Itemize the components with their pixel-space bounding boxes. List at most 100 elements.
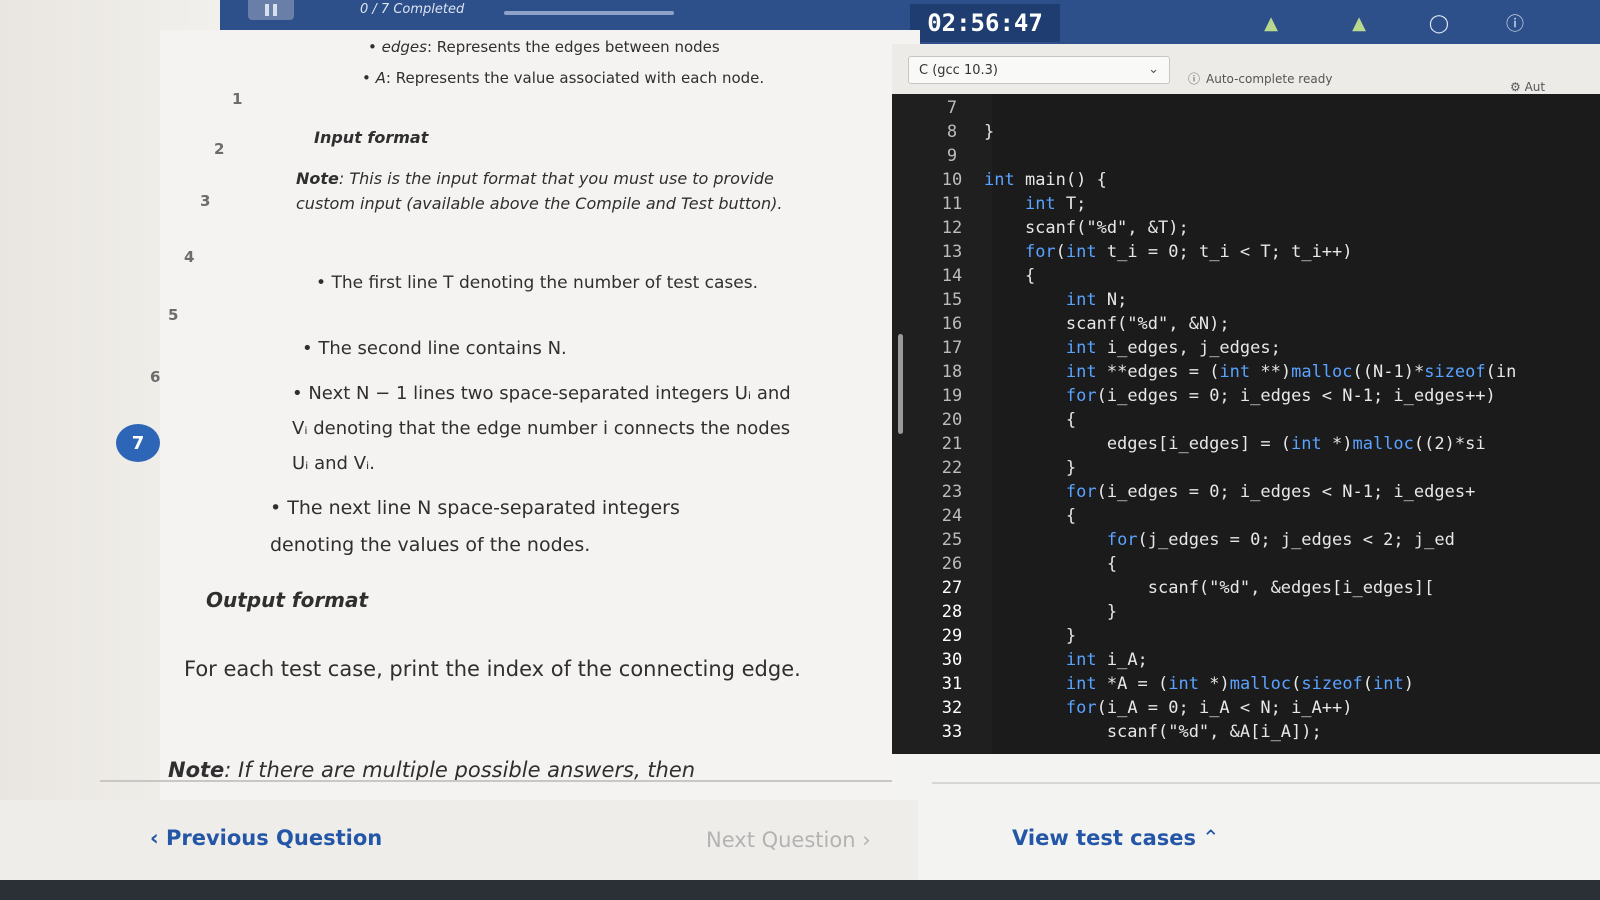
code-text: int *A = (int *)malloc(sizeof(int) xyxy=(1065,674,1415,694)
line-number: 26 xyxy=(941,554,963,574)
settings-button[interactable]: ⚙ Aut xyxy=(1510,80,1545,94)
line-number: 10 xyxy=(941,170,963,190)
language-select[interactable]: C (gcc 10.3) ⌄ xyxy=(908,56,1170,84)
question-number-active[interactable]: 7 xyxy=(116,424,160,462)
question-number[interactable]: 6 xyxy=(150,368,160,386)
gear-icon: ⚙ xyxy=(1510,80,1521,94)
line-number: 25 xyxy=(941,530,963,550)
tree-icon[interactable]: ▲ xyxy=(1258,10,1284,36)
line-number: 23 xyxy=(941,482,963,502)
code-line[interactable]: 7 xyxy=(892,98,1600,124)
language-value: C (gcc 10.3) xyxy=(919,63,998,78)
term-edges: edges xyxy=(381,38,427,56)
code-line[interactable]: 9 xyxy=(892,146,1600,172)
settings-label: Aut xyxy=(1524,80,1546,94)
code-text: } xyxy=(984,458,1077,478)
code-line[interactable]: 21 edges[i_edges] = (int *)malloc((2)*si xyxy=(892,434,1600,460)
line-number: 15 xyxy=(941,290,963,310)
code-text: int i_edges, j_edges; xyxy=(1065,338,1281,358)
list-item: The next line N space-separated integers… xyxy=(270,490,750,564)
code-line[interactable]: 33 scanf("%d", &A[i_A]); xyxy=(892,722,1600,748)
line-number: 16 xyxy=(941,314,963,334)
code-line[interactable]: 24 { xyxy=(892,506,1600,532)
code-line[interactable]: 14 { xyxy=(892,266,1600,292)
code-text: for(i_A = 0; i_A < N; i_A++) xyxy=(1065,698,1353,718)
code-line[interactable]: 20 { xyxy=(892,410,1600,436)
progress-bar xyxy=(504,11,674,15)
line-number: 32 xyxy=(941,698,963,718)
line-number: 21 xyxy=(941,434,963,454)
previous-question-label: Previous Question xyxy=(165,826,383,850)
code-text: scanf("%d", &T); xyxy=(984,218,1189,238)
lightbulb-icon[interactable]: ◯ xyxy=(1426,10,1452,36)
code-line[interactable]: 10 int main() { xyxy=(892,170,1600,196)
code-text: edges[i_edges] = (int *)malloc((2)*si xyxy=(984,434,1486,454)
code-text: int **edges = (int **)malloc((N-1)*sizeo… xyxy=(1065,362,1517,382)
divider xyxy=(932,782,1600,784)
code-line[interactable]: 26 { xyxy=(892,554,1600,580)
code-editor[interactable]: 7 8} 9 10 int main() { 11 int T; 12 scanf("%d"… xyxy=(892,94,1600,754)
line-number: 17 xyxy=(941,338,963,358)
line-number: 24 xyxy=(941,506,963,526)
view-test-cases-label: View test cases xyxy=(1012,826,1197,850)
code-line[interactable]: 18 int **edges = (int **)malloc((N-1)*si… xyxy=(892,362,1600,388)
code-line[interactable]: 8} xyxy=(892,122,1600,148)
note-label: Note xyxy=(296,169,339,188)
code-line[interactable]: 25 for(j_edges = 0; j_edges < 2; j_ed xyxy=(892,530,1600,556)
code-text: int i_A; xyxy=(1065,650,1148,670)
code-line[interactable]: 11 int T; xyxy=(892,194,1600,220)
tree-icon[interactable]: ▲ xyxy=(1346,10,1372,36)
chevron-up-icon: ⌃ xyxy=(1202,826,1220,850)
progress-label: 0 / 7 Completed xyxy=(360,2,465,17)
code-line[interactable]: 30 int i_A; xyxy=(892,650,1600,676)
line-number: 19 xyxy=(941,386,963,406)
code-line[interactable]: 28 } xyxy=(892,602,1600,628)
code-line[interactable]: 19 for(i_edges = 0; i_edges < N-1; i_edg… xyxy=(892,386,1600,412)
code-line[interactable]: 17 int i_edges, j_edges; xyxy=(892,338,1600,364)
question-number[interactable]: 4 xyxy=(184,248,194,266)
code-text: } xyxy=(984,602,1118,622)
previous-question-button[interactable]: ‹ Previous Question xyxy=(150,826,382,850)
view-test-cases-button[interactable]: View test cases ⌃ xyxy=(1012,826,1220,850)
code-line[interactable]: 22 } xyxy=(892,458,1600,484)
code-text: scanf("%d", &A[i_A]); xyxy=(984,722,1322,742)
info-icon[interactable]: ⓘ xyxy=(1502,10,1528,36)
list-item: The first line T denoting the number of … xyxy=(316,268,776,298)
code-text: { xyxy=(984,506,1077,526)
question-number[interactable]: 3 xyxy=(200,192,210,210)
code-text: int N; xyxy=(1065,290,1128,310)
output-format-heading: Output format xyxy=(206,588,369,612)
term-a-desc: : Represents the value associated with e… xyxy=(385,69,765,87)
code-line[interactable]: 13 for(int t_i = 0; t_i < T; t_i++) xyxy=(892,242,1600,268)
code-line[interactable]: 23 for(i_edges = 0; i_edges < N-1; i_edg… xyxy=(892,482,1600,508)
code-text: int main() { xyxy=(984,170,1107,190)
pause-button[interactable] xyxy=(248,0,294,20)
line-number: 9 xyxy=(946,146,958,166)
line-number: 27 xyxy=(941,578,963,598)
question-number[interactable]: 2 xyxy=(214,140,224,158)
line-number: 22 xyxy=(941,458,963,478)
code-line[interactable]: 12 scanf("%d", &T); xyxy=(892,218,1600,244)
code-line[interactable]: 15 int N; xyxy=(892,290,1600,316)
line-number: 14 xyxy=(941,266,963,286)
line-number: 29 xyxy=(941,626,963,646)
next-question-button[interactable]: Next Question › xyxy=(706,828,871,852)
list-item: edges: Represents the edges between node… xyxy=(368,38,788,56)
code-text: scanf("%d", &N); xyxy=(984,314,1230,334)
line-number: 18 xyxy=(941,362,963,382)
chevron-right-icon: › xyxy=(862,828,871,852)
code-line[interactable]: 32 for(i_A = 0; i_A < N; i_A++) xyxy=(892,698,1600,724)
question-number[interactable]: 5 xyxy=(168,306,178,324)
code-line[interactable]: 29 } xyxy=(892,626,1600,652)
divider xyxy=(100,780,920,782)
list-item: A: Represents the value associated with … xyxy=(362,66,782,90)
line-number: 12 xyxy=(941,218,963,238)
code-line[interactable]: 16 scanf("%d", &N); xyxy=(892,314,1600,340)
code-line[interactable]: 27 scanf("%d", &edges[i_edges][ xyxy=(892,578,1600,604)
term-a: A xyxy=(375,69,386,87)
question-number[interactable]: 1 xyxy=(232,90,242,108)
line-number: 7 xyxy=(946,98,958,118)
code-text: { xyxy=(984,410,1077,430)
code-line[interactable]: 31 int *A = (int *)malloc(sizeof(int) xyxy=(892,674,1600,700)
code-text: } xyxy=(984,122,995,142)
